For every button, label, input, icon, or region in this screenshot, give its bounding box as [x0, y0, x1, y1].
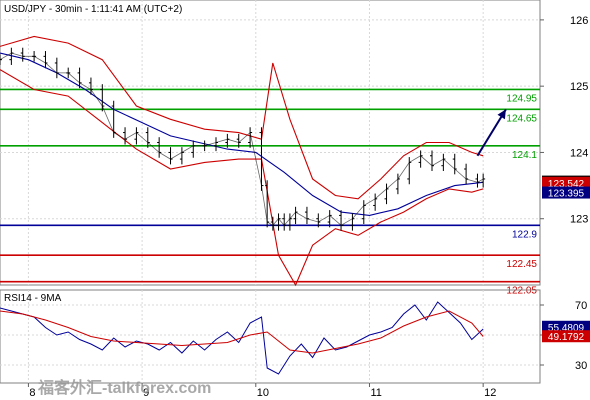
level-label: 124.95 — [506, 93, 537, 104]
main-chart-title: USD/JPY - 30min - 1:11:41 AM (UTC+2) — [4, 4, 182, 15]
main-y-tick-label: 123 — [570, 214, 588, 226]
x-tick-label: 8 — [29, 387, 35, 399]
level-label: 122.45 — [506, 259, 537, 270]
x-tick-label: 10 — [257, 387, 269, 399]
main-y-tick-label: 124 — [570, 147, 588, 159]
chart-canvas: 124.95 124.65 124.1 122.9 122.45 122.05 123 12… — [0, 0, 590, 400]
main-axis-badges: 123.56123.542123.395 — [542, 175, 590, 200]
x-tick-label: 11 — [370, 387, 381, 399]
price-badge-label: 123.395 — [548, 189, 585, 200]
main-y-tick-label: 125 — [570, 81, 588, 93]
level-label: 122.05 — [506, 286, 537, 297]
chart-background — [0, 0, 590, 400]
x-tick-label: 12 — [484, 387, 496, 399]
rsi-y-tick-label: 30 — [575, 360, 587, 372]
watermark-text: 福客外汇-talkforex.com — [37, 378, 211, 397]
level-label: 124.1 — [512, 150, 537, 161]
level-label: 124.65 — [506, 113, 537, 124]
rsi-badge-label: 49.1792 — [548, 332, 585, 343]
rsi-chart-title: RSI14 - 9MA — [4, 293, 62, 304]
main-y-tick-label: 126 — [570, 15, 588, 27]
rsi-axis-badges: 55.480949.1792 — [542, 320, 590, 343]
level-label: 122.9 — [512, 229, 537, 240]
rsi-y-tick-label: 70 — [575, 300, 587, 312]
